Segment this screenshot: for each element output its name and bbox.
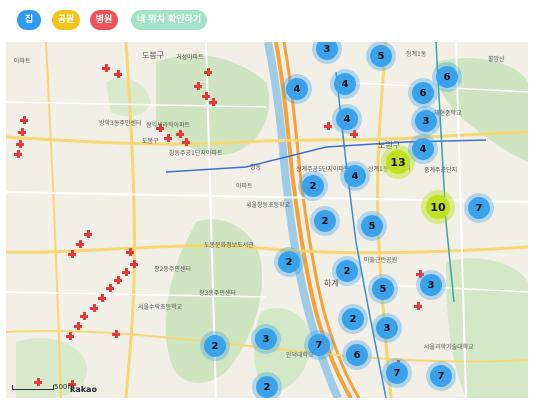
hospital-marker[interactable] bbox=[204, 68, 212, 76]
hospital-marker[interactable] bbox=[156, 124, 164, 132]
home-cluster[interactable]: 7 bbox=[468, 197, 490, 219]
map-label: 도봉구 bbox=[142, 138, 159, 145]
hospital-marker[interactable] bbox=[20, 116, 28, 124]
home-cluster[interactable]: 5 bbox=[370, 45, 392, 67]
hospital-marker[interactable] bbox=[324, 122, 332, 130]
map-label: 재현중학교 bbox=[434, 110, 462, 117]
home-cluster[interactable]: 2 bbox=[314, 210, 336, 232]
home-cluster[interactable]: 4 bbox=[336, 108, 358, 130]
map-label: 마들근린공원 bbox=[364, 257, 398, 264]
map-label: 불암산 bbox=[488, 56, 505, 63]
map-label: 서울수락초등학교 bbox=[138, 304, 183, 311]
map-label: 하계 bbox=[324, 279, 339, 288]
map-view[interactable]: 아파트 도봉구 거성아파트 창동 도봉구 아파트 서울창동초등학교 방학3동주민… bbox=[6, 42, 528, 398]
hospital-marker[interactable] bbox=[102, 64, 110, 72]
hospital-marker[interactable] bbox=[16, 140, 24, 148]
hospital-marker[interactable] bbox=[80, 312, 88, 320]
home-cluster[interactable]: 7 bbox=[386, 362, 408, 384]
filter-park-button[interactable]: 공원 bbox=[52, 10, 80, 30]
hospital-marker[interactable] bbox=[74, 322, 82, 330]
hospital-marker[interactable] bbox=[90, 304, 98, 312]
hospital-marker[interactable] bbox=[209, 98, 217, 106]
map-label: 창3동주민센터 bbox=[199, 290, 236, 297]
map-label: 삼익세라믹아파트 bbox=[146, 122, 191, 129]
home-cluster[interactable]: 4 bbox=[334, 73, 356, 95]
hospital-marker[interactable] bbox=[126, 248, 134, 256]
map-label: 상계주공5단지아파트 bbox=[296, 166, 350, 173]
home-cluster[interactable]: 3 bbox=[415, 110, 437, 132]
map-label: 아파트 bbox=[14, 58, 31, 65]
hospital-marker[interactable] bbox=[350, 130, 358, 138]
map-label: 거성아파트 bbox=[176, 54, 204, 61]
hospital-marker[interactable] bbox=[164, 134, 172, 142]
hospital-marker[interactable] bbox=[114, 276, 122, 284]
home-cluster[interactable]: 7 bbox=[308, 334, 330, 356]
hospital-marker[interactable] bbox=[98, 294, 106, 302]
hospital-marker[interactable] bbox=[112, 330, 120, 338]
map-label: 인덕대학교 bbox=[286, 352, 314, 359]
hospital-marker[interactable] bbox=[114, 70, 122, 78]
hospital-marker[interactable] bbox=[18, 128, 26, 136]
home-cluster[interactable]: 4 bbox=[344, 165, 366, 187]
home-cluster[interactable]: 10 bbox=[426, 195, 450, 219]
map-label: 노원구 bbox=[378, 141, 401, 150]
home-cluster[interactable]: 2 bbox=[204, 335, 226, 357]
map-label: 서울과학기술대학교 bbox=[424, 344, 474, 351]
hospital-marker[interactable] bbox=[414, 302, 422, 310]
home-cluster[interactable]: 6 bbox=[412, 82, 434, 104]
home-cluster[interactable]: 2 bbox=[256, 376, 278, 398]
hospital-marker[interactable] bbox=[130, 260, 138, 268]
home-cluster[interactable]: 2 bbox=[302, 175, 324, 197]
home-cluster[interactable]: 6 bbox=[346, 344, 368, 366]
map-label: 청계1동 bbox=[406, 51, 427, 58]
map-label: 창2동주민센터 bbox=[154, 266, 191, 273]
home-cluster[interactable]: 5 bbox=[361, 215, 383, 237]
kakao-logo: kakao bbox=[70, 385, 97, 394]
home-cluster[interactable]: 2 bbox=[336, 260, 358, 282]
home-cluster[interactable]: 2 bbox=[342, 308, 364, 330]
home-cluster[interactable]: 7 bbox=[430, 365, 452, 387]
home-cluster[interactable]: 6 bbox=[436, 66, 458, 88]
hospital-marker[interactable] bbox=[76, 240, 84, 248]
hospital-marker[interactable] bbox=[14, 150, 22, 158]
hospital-marker[interactable] bbox=[122, 268, 130, 276]
map-label: 중계주공단지 bbox=[424, 167, 458, 174]
hospital-marker[interactable] bbox=[176, 130, 184, 138]
hospital-marker[interactable] bbox=[66, 332, 74, 340]
map-label: 창동주공1단지아파트 bbox=[169, 150, 223, 157]
home-cluster[interactable]: 3 bbox=[255, 328, 277, 350]
scale-bar-line bbox=[12, 385, 54, 390]
filter-home-button[interactable]: 집 bbox=[17, 10, 41, 30]
map-label: 도봉구 bbox=[142, 51, 165, 60]
home-cluster[interactable]: 5 bbox=[372, 278, 394, 300]
hospital-marker[interactable] bbox=[68, 250, 76, 258]
map-label: 방학3동주민센터 bbox=[99, 120, 142, 127]
filter-hospital-button[interactable]: 병원 bbox=[90, 10, 118, 30]
map-label: 도봉문화정보도서관 bbox=[204, 242, 254, 249]
home-cluster[interactable]: 3 bbox=[420, 274, 442, 296]
map-label: 서울창동초등학교 bbox=[246, 202, 291, 209]
hospital-marker[interactable] bbox=[106, 284, 114, 292]
filter-toolbar: 집 공원 병원 내 위치 확인하기 bbox=[0, 0, 538, 40]
my-location-button[interactable]: 내 위치 확인하기 bbox=[131, 10, 207, 30]
map-label: 창동 bbox=[250, 164, 262, 171]
hospital-marker[interactable] bbox=[182, 138, 190, 146]
hospital-marker[interactable] bbox=[194, 82, 202, 90]
hospital-marker[interactable] bbox=[84, 230, 92, 238]
home-cluster[interactable]: 4 bbox=[286, 78, 308, 100]
map-label: 아파트 bbox=[236, 183, 253, 190]
home-cluster[interactable]: 13 bbox=[386, 150, 410, 174]
home-cluster[interactable]: 4 bbox=[412, 138, 434, 160]
home-cluster[interactable]: 2 bbox=[278, 251, 300, 273]
home-cluster[interactable]: 3 bbox=[376, 317, 398, 339]
